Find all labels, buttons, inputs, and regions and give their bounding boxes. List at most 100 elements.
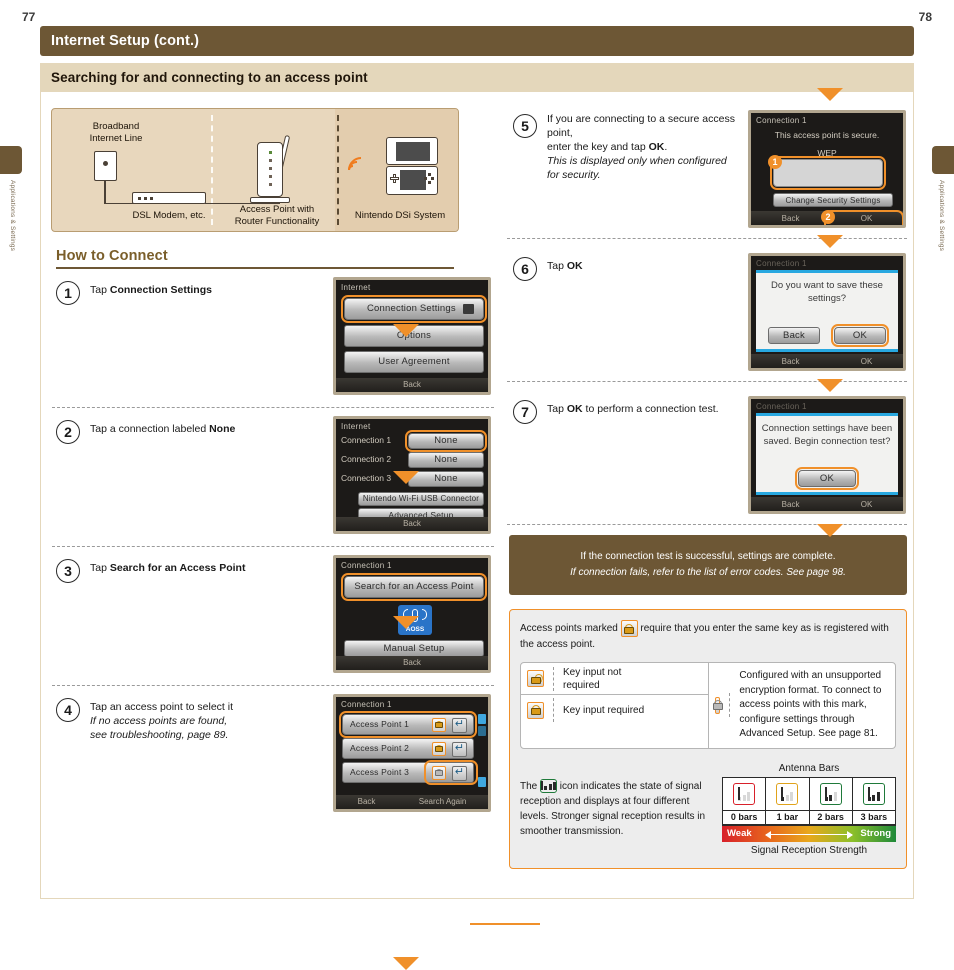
step-5: 5 If you are connecting to a secure acce… [503,92,906,228]
step-5-line-1: If you are connecting to a secure access… [547,113,735,139]
wifi-signal-icon [342,151,380,189]
step-3-text: Tap Search for an Access Point [90,561,246,574]
step-7-screen-title: Connection 1 [756,402,807,411]
antenna-bars-chart: Antenna Bars 0 bars 1 bar 2 bars 3 bars … [722,763,896,856]
diagram-broadband-label: Broadband Internet Line [89,121,143,144]
step-6-ok-button-bg[interactable]: OK [861,357,873,366]
test-dialog-ok-button[interactable]: OK [795,466,859,490]
step-1: 1 Tap Connection Settings Internet Conne… [46,269,491,395]
scroll-down-arrow[interactable] [478,776,486,787]
antenna-bars-section: The icon indicates the state of signal r… [520,763,896,856]
save-dialog-line-2: settings? [807,292,847,304]
test-dialog-line-1: Connection settings have been [761,422,893,434]
enter-arrow-icon-2 [452,741,467,757]
step-4-back-button[interactable]: Back [358,797,376,806]
dsi-face-buttons [424,173,434,184]
user-agreement-button[interactable]: User Agreement [344,350,484,373]
search-again-button[interactable]: Search Again [419,797,467,806]
step-5-back-button[interactable]: Back [782,214,800,223]
connection-settings-icon [463,303,474,314]
diagram-dsi-label: Nintendo DSi System [354,210,446,221]
access-point-key-panel: Access points marked require that you en… [509,609,907,869]
router-base [250,197,290,203]
connection-1-value-button[interactable]: None [405,429,487,452]
antenna-level-1-label: 1 bar [766,809,809,824]
step-7-ok-button-bg[interactable]: OK [861,500,873,509]
legend-row-separator [729,693,731,718]
step-1-back-button[interactable]: Back [336,377,488,392]
secure-point-message: This access point is secure. [774,130,880,140]
legend-row-separator [553,698,554,722]
step-1-text: Tap Connection Settings [90,283,212,296]
diagram-divider-1 [211,115,213,225]
antenna-level-0: 0 bars [723,777,767,824]
step-2-back-button[interactable]: Back [336,516,488,531]
step-divider-7 [507,524,907,525]
connection-3-label: Connection 3 [341,472,392,483]
antenna-level-0-label: 0 bars [723,809,766,824]
page-title: Internet Setup (cont.) [40,26,914,56]
step-6-number: 6 [513,257,537,281]
legend-left-column: Key input not required Key input require… [521,663,709,748]
lock-closed-icon [620,620,638,637]
manual-setup-button[interactable]: Manual Setup [344,639,484,657]
connection-2-value-button[interactable]: None [408,451,484,468]
connection-3-value-button[interactable]: None [408,470,484,487]
page-number-right: 78 [918,10,932,24]
step-7-text: Tap OK to perform a connection test. [547,403,719,415]
network-diagram: Broadband Internet Line DSL Modem, etc. … [51,108,459,232]
step-6-back-button-bg[interactable]: Back [782,357,800,366]
wifi-usb-connector-button[interactable]: Nintendo Wi-Fi USB Connector [358,491,484,506]
step-6-screen-title: Connection 1 [756,259,807,268]
notice-line-2: If connection fails, refer to the list o… [570,567,846,578]
antenna-level-3-label: 3 bars [852,809,895,824]
step-7-footer: Back OK [751,497,903,511]
side-tab-label-right: Applications & Settings [938,180,945,252]
step-5-note-2: for security. [547,169,601,181]
dsi-bottom-screen [400,170,426,190]
step-5-screen-title: Connection 1 [756,116,807,125]
dsi-top-lid [386,137,438,165]
flow-arrow-3 [393,616,419,629]
scroll-up-arrow[interactable] [478,713,486,724]
security-key-input[interactable] [770,156,886,190]
save-dialog-ok-button[interactable]: OK [831,323,889,347]
step-4-screen: Connection 1 Access Point 1 Access Point… [333,693,491,812]
step-5-text: If you are connecting to a secure access… [547,110,748,228]
save-dialog-back-button[interactable]: Back [768,326,820,344]
step-2-screen-title: Internet [341,421,371,431]
antenna-level-2-label: 2 bars [809,809,852,824]
step-4-note-1: If no access points are found, [90,714,228,727]
callout-badge-1: 1 [768,155,782,169]
notice-line-1: If the connection test is successful, se… [580,551,836,562]
change-security-settings-button[interactable]: Change Security Settings [773,193,893,207]
step-6-screen: Connection 1 Back OK Do you want to save… [748,253,906,371]
access-point-router-icon [257,142,283,197]
left-column: Broadband Internet Line DSL Modem, etc. … [41,92,540,970]
step-7-screen: Connection 1 Back OK Connection settings… [748,396,906,514]
lock-closed-icon [432,741,446,756]
double-arrow-icon [765,831,853,838]
lock-open-icon [432,717,446,732]
section-subtitle: Searching for and connecting to an acces… [40,63,914,92]
antenna-level-1: 1 bar [766,777,810,824]
step-7-back-button-bg[interactable]: Back [782,500,800,509]
antenna-description: The icon indicates the state of signal r… [520,778,706,837]
scrollbar-thumb[interactable] [478,725,486,736]
step-4-note-2: see troubleshooting, page 89. [90,728,229,741]
diagram-modem-label: DSL Modem, etc. [132,210,206,221]
legend-unsupported-text: Configured with an unsupported encryptio… [739,670,882,739]
signal-icon-0-bars [733,782,756,805]
antenna-bars-caption: Antenna Bars [778,762,840,774]
modem-leds [138,197,153,200]
search-access-point-button[interactable]: Search for an Access Point [341,572,487,601]
step-4-text: Tap an access point to select it If no a… [90,694,333,812]
weak-label: Weak [727,828,752,839]
step-3-back-button[interactable]: Back [336,655,488,670]
step-6-bold: OK [566,260,583,272]
wall-jack-icon [94,151,117,181]
lock-open-icon [527,670,544,687]
router-indicator-lights [268,151,272,191]
legend-row-separator [553,666,554,691]
nintendo-dsi-icon [386,137,438,195]
